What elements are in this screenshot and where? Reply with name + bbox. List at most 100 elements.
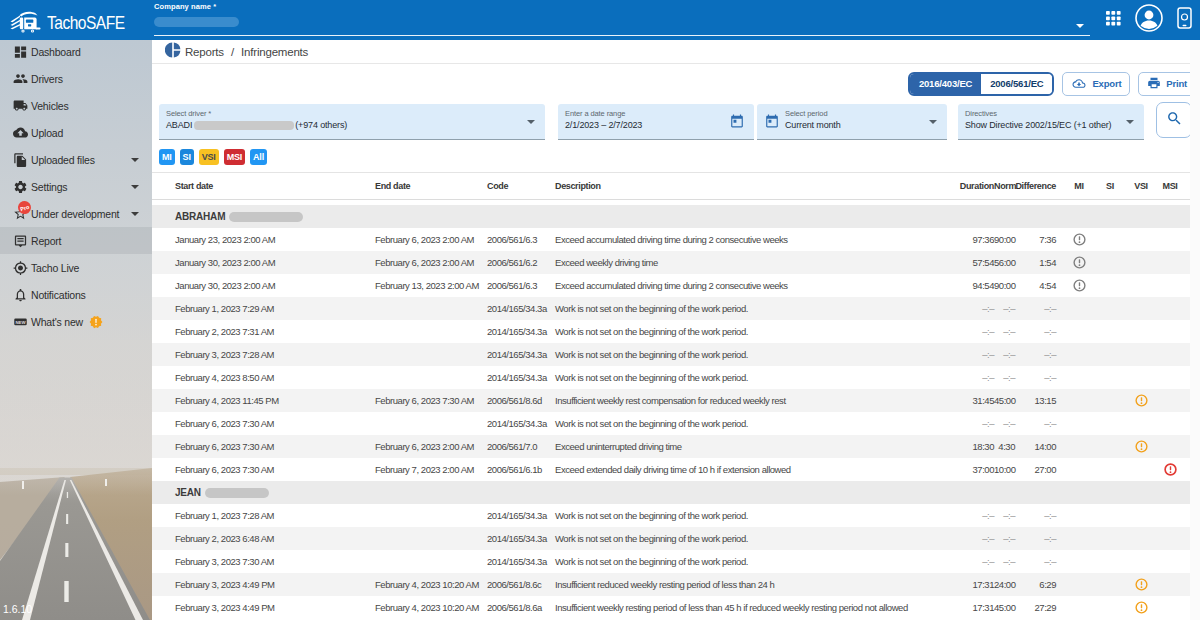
cell-mi: [1062, 279, 1096, 292]
sidebar-item-upload[interactable]: Upload: [0, 119, 152, 146]
table-row[interactable]: February 3, 2023 7:28 AM2014/165/34.3aWo…: [152, 343, 1190, 366]
directive-toggle-group: 2016/403/EC 2006/561/EC: [908, 72, 1055, 96]
phone-icon[interactable]: [1177, 7, 1192, 33]
cell-code: 2014/165/34.3a: [487, 533, 555, 544]
column-header-difference[interactable]: Difference: [1015, 181, 1056, 191]
cell-norm: 24:00: [994, 579, 1015, 590]
toggle-2006-561-EC[interactable]: 2006/561/EC: [981, 74, 1052, 94]
cell-code: 2006/561/6.3: [487, 234, 555, 245]
export-button[interactable]: Export: [1062, 72, 1130, 96]
column-header-duration[interactable]: Duration: [948, 181, 994, 191]
cell-code: 2006/561/6.3: [487, 280, 555, 291]
empty-time-placeholder: –:–: [1003, 533, 1015, 544]
logo[interactable]: TachoSAFE: [10, 7, 139, 38]
chip-vsi[interactable]: VSI: [199, 149, 219, 165]
cell-description: Exceed weekly driving time: [555, 257, 948, 268]
table-row[interactable]: January 30, 2023 2:00 AMFebruary 13, 202…: [152, 274, 1190, 297]
table-row[interactable]: January 30, 2023 2:00 AMFebruary 6, 2023…: [152, 251, 1190, 274]
column-header-msi[interactable]: MSI: [1158, 181, 1182, 191]
chip-all[interactable]: All: [250, 149, 267, 165]
table-row[interactable]: February 1, 2023 7:28 AM2014/165/34.3aWo…: [152, 504, 1190, 527]
toolbar: 2016/403/EC 2006/561/EC Export Print: [152, 64, 1200, 103]
company-underline: [154, 35, 1090, 36]
cell-duration: –:–: [948, 510, 994, 521]
cell-code: 2006/561/8.6c: [487, 579, 555, 590]
column-header-norm[interactable]: Norm: [994, 181, 1015, 191]
driver-select[interactable]: Select driver * ABADI(+974 others): [159, 104, 545, 140]
chip-mi[interactable]: MI: [159, 149, 175, 165]
table-row[interactable]: February 6, 2023 7:30 AMFebruary 6, 2023…: [152, 435, 1190, 458]
table-row[interactable]: February 4, 2023 11:45 PMFebruary 6, 202…: [152, 389, 1190, 412]
scrollbar[interactable]: [1190, 40, 1200, 620]
table-row[interactable]: February 1, 2023 7:29 AM2014/165/34.3aWo…: [152, 297, 1190, 320]
column-header-code[interactable]: Code: [487, 181, 555, 191]
cell-duration: 97:36: [948, 234, 994, 245]
cell-duration: 17:31: [948, 579, 994, 590]
print-button[interactable]: Print: [1138, 72, 1196, 96]
driver-name-redacted: [205, 488, 269, 498]
table-row[interactable]: February 2, 2023 6:48 AM2014/165/34.3aWo…: [152, 527, 1190, 550]
sidebar-item-whats-new[interactable]: NEWWhat's new: [0, 308, 152, 335]
cell-duration: 37:00: [948, 464, 994, 475]
toggle-2016-403-EC[interactable]: 2016/403/EC: [910, 74, 981, 94]
cell-start-date: February 6, 2023 7:30 AM: [175, 418, 375, 429]
group-row-abraham: ABRAHAM: [152, 205, 1190, 228]
company-select[interactable]: Company name *: [154, 2, 1090, 38]
date-range-field[interactable]: Enter a date range 2/1/2023 – 2/7/2023: [558, 104, 754, 140]
sidebar-item-tacho-live[interactable]: Tacho Live: [0, 254, 152, 281]
chip-msi[interactable]: MSI: [224, 149, 245, 165]
cell-description: Work is not set on the beginning of the …: [555, 556, 948, 567]
column-header-si[interactable]: SI: [1096, 181, 1124, 191]
avatar-icon[interactable]: [1135, 4, 1163, 36]
column-header-mi[interactable]: MI: [1062, 181, 1096, 191]
apps-grid-icon[interactable]: [1106, 11, 1121, 30]
empty-time-placeholder: –:–: [1003, 510, 1015, 521]
chip-si[interactable]: SI: [180, 149, 194, 165]
cell-difference: –:–: [1015, 533, 1056, 544]
column-header-description[interactable]: Description: [555, 181, 948, 191]
breadcrumb-section[interactable]: Reports: [185, 46, 224, 58]
period-select[interactable]: Select period Current month: [757, 104, 947, 140]
target-icon: [13, 260, 28, 276]
sidebar-item-report[interactable]: Report: [0, 227, 152, 254]
cell-vsi: [1124, 578, 1158, 591]
directives-select[interactable]: Directives Show Directive 2002/15/EC (+1…: [958, 104, 1144, 140]
cell-norm: 90:00: [994, 234, 1015, 245]
sidebar-item-uploaded-files[interactable]: Uploaded files: [0, 146, 152, 173]
cell-code: 2014/165/34.3a: [487, 349, 555, 360]
sidebar-item-under-development[interactable]: ProUnder development: [0, 200, 152, 227]
table-row[interactable]: February 6, 2023 7:30 AM2014/165/34.3aWo…: [152, 412, 1190, 435]
empty-time-placeholder: –:–: [982, 303, 994, 314]
table-row[interactable]: February 6, 2023 7:30 AMFebruary 7, 2023…: [152, 458, 1190, 481]
table-row[interactable]: February 3, 2023 4:49 PMFebruary 4, 2023…: [152, 596, 1190, 619]
empty-time-placeholder: –:–: [1044, 533, 1056, 544]
pie-chart-icon: [165, 42, 181, 62]
cell-code: 2014/165/34.3a: [487, 372, 555, 383]
table-row[interactable]: February 3, 2023 4:49 PMFebruary 4, 2023…: [152, 573, 1190, 596]
sidebar-item-dashboard[interactable]: Dashboard: [0, 40, 152, 65]
sidebar-item-notifications[interactable]: Notifications: [0, 281, 152, 308]
cell-description: Exceed uninterrupted driving time: [555, 441, 948, 452]
sidebar-item-drivers[interactable]: Drivers: [0, 65, 152, 92]
cell-difference: –:–: [1015, 418, 1056, 429]
table-row[interactable]: February 2, 2023 7:31 AM2014/165/34.3aWo…: [152, 320, 1190, 343]
calendar-icon[interactable]: [730, 114, 744, 128]
empty-time-placeholder: –:–: [1003, 556, 1015, 567]
table-row[interactable]: January 23, 2023 2:00 AMFebruary 6, 2023…: [152, 228, 1190, 251]
cell-difference: –:–: [1015, 510, 1056, 521]
column-header-start-date[interactable]: Start date: [175, 181, 375, 191]
cell-mi: [1062, 233, 1096, 246]
column-header-end-date[interactable]: End date: [375, 181, 487, 191]
cell-start-date: February 3, 2023 7:30 AM: [175, 556, 375, 567]
column-header-vsi[interactable]: VSI: [1124, 181, 1158, 191]
sidebar-item-vehicles[interactable]: Vehicles: [0, 92, 152, 119]
cell-norm: –:–: [994, 418, 1015, 429]
sidebar-item-settings[interactable]: Settings: [0, 173, 152, 200]
cell-duration: –:–: [948, 418, 994, 429]
table-row[interactable]: February 3, 2023 7:30 AM2014/165/34.3aWo…: [152, 550, 1190, 573]
search-button[interactable]: [1156, 102, 1192, 138]
cell-description: Work is not set on the beginning of the …: [555, 349, 948, 360]
cell-difference: 1:54: [1015, 257, 1056, 268]
cell-duration: 57:54: [948, 257, 994, 268]
table-row[interactable]: February 4, 2023 8:50 AM2014/165/34.3aWo…: [152, 366, 1190, 389]
